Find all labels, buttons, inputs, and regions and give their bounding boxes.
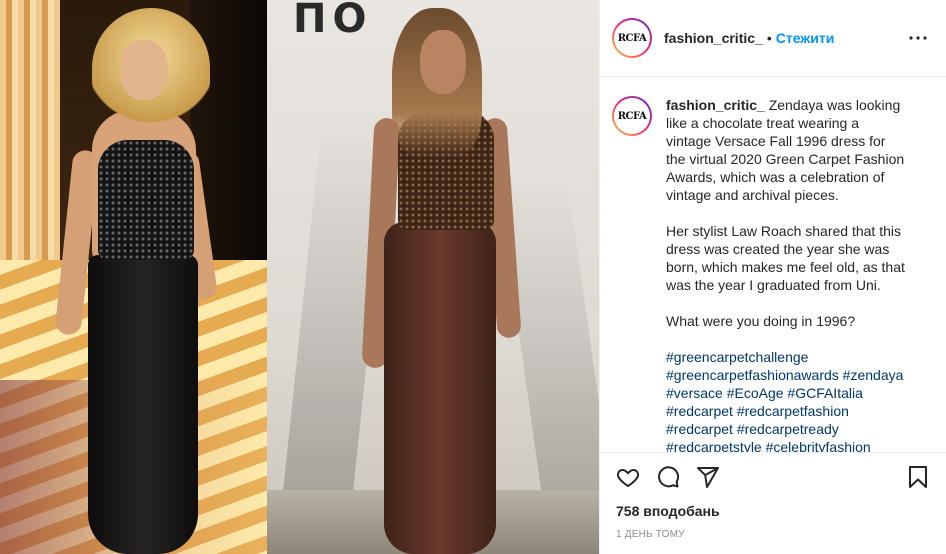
model-brown-dress <box>384 222 496 554</box>
caption-username-link[interactable]: fashion_critic_ <box>666 97 765 113</box>
caption: RCFA fashion_critic_ Zendaya was looking… <box>612 96 930 452</box>
avatar[interactable]: RCFA <box>612 96 652 136</box>
post-image[interactable]: ПО <box>0 0 599 554</box>
separator-dot: • <box>766 30 772 46</box>
model-sequin-top <box>98 140 194 260</box>
save-button[interactable] <box>890 457 930 497</box>
hashtag-link[interactable]: #redcarpet #redcarpetready <box>666 421 839 437</box>
caption-paragraph: fashion_critic_ Zendaya was looking like… <box>666 96 906 204</box>
like-button[interactable] <box>616 457 656 497</box>
post-header: RCFA fashion_critic_ • Стежити <box>600 0 946 77</box>
model-face <box>420 30 466 94</box>
share-button[interactable] <box>696 457 736 497</box>
hashtag-link[interactable]: #versace #EcoAge #GCFAItalia <box>666 385 863 401</box>
model-skirt <box>88 255 198 554</box>
more-options-button[interactable] <box>906 26 930 50</box>
caption-paragraph: Her stylist Law Roach shared that this d… <box>666 223 905 293</box>
wall-painted-text: ПО <box>293 0 373 42</box>
avatar-logo: RCFA <box>614 98 650 134</box>
instagram-post: ПО RCFA fashion_critic_ • Стежити RCFA f… <box>0 0 946 554</box>
caption-text: fashion_critic_ Zendaya was looking like… <box>666 96 906 452</box>
hashtag-link[interactable]: #redcarpet #redcarpetfashion <box>666 403 849 419</box>
hashtag-link[interactable]: #redcarpetstyle #celebrityfashion <box>666 439 871 452</box>
post-actions: 758 вподобань 1 день тому <box>600 452 946 554</box>
hashtag-block: #greencarpetchallenge #greencarpetfashion… <box>666 348 906 452</box>
model-face <box>120 40 168 100</box>
comments-section[interactable]: RCFA fashion_critic_ Zendaya was looking… <box>600 78 946 452</box>
more-horizontal-icon <box>909 36 927 40</box>
post-timestamp[interactable]: 1 день тому <box>616 529 930 540</box>
comment-button[interactable] <box>656 457 696 497</box>
caption-paragraph: What were you doing in 1996? <box>666 313 856 329</box>
share-icon <box>697 467 719 488</box>
hashtag-link[interactable]: #greencarpetfashionawards #zendaya <box>666 367 903 383</box>
username-link[interactable]: fashion_critic_ <box>664 30 763 46</box>
avatar-logo: RCFA <box>614 20 650 56</box>
action-icons-row <box>616 453 930 501</box>
avatar[interactable]: RCFA <box>612 18 652 58</box>
follow-button[interactable]: Стежити <box>776 30 835 46</box>
likes-count[interactable]: 758 вподобань <box>616 503 930 519</box>
comment-icon <box>658 466 680 488</box>
heart-icon <box>616 469 640 487</box>
hashtag-link[interactable]: #greencarpetchallenge <box>666 349 808 365</box>
runway-photo <box>0 0 267 554</box>
post-side-panel: RCFA fashion_critic_ • Стежити RCFA fash… <box>599 0 946 554</box>
bookmark-icon <box>909 466 927 488</box>
